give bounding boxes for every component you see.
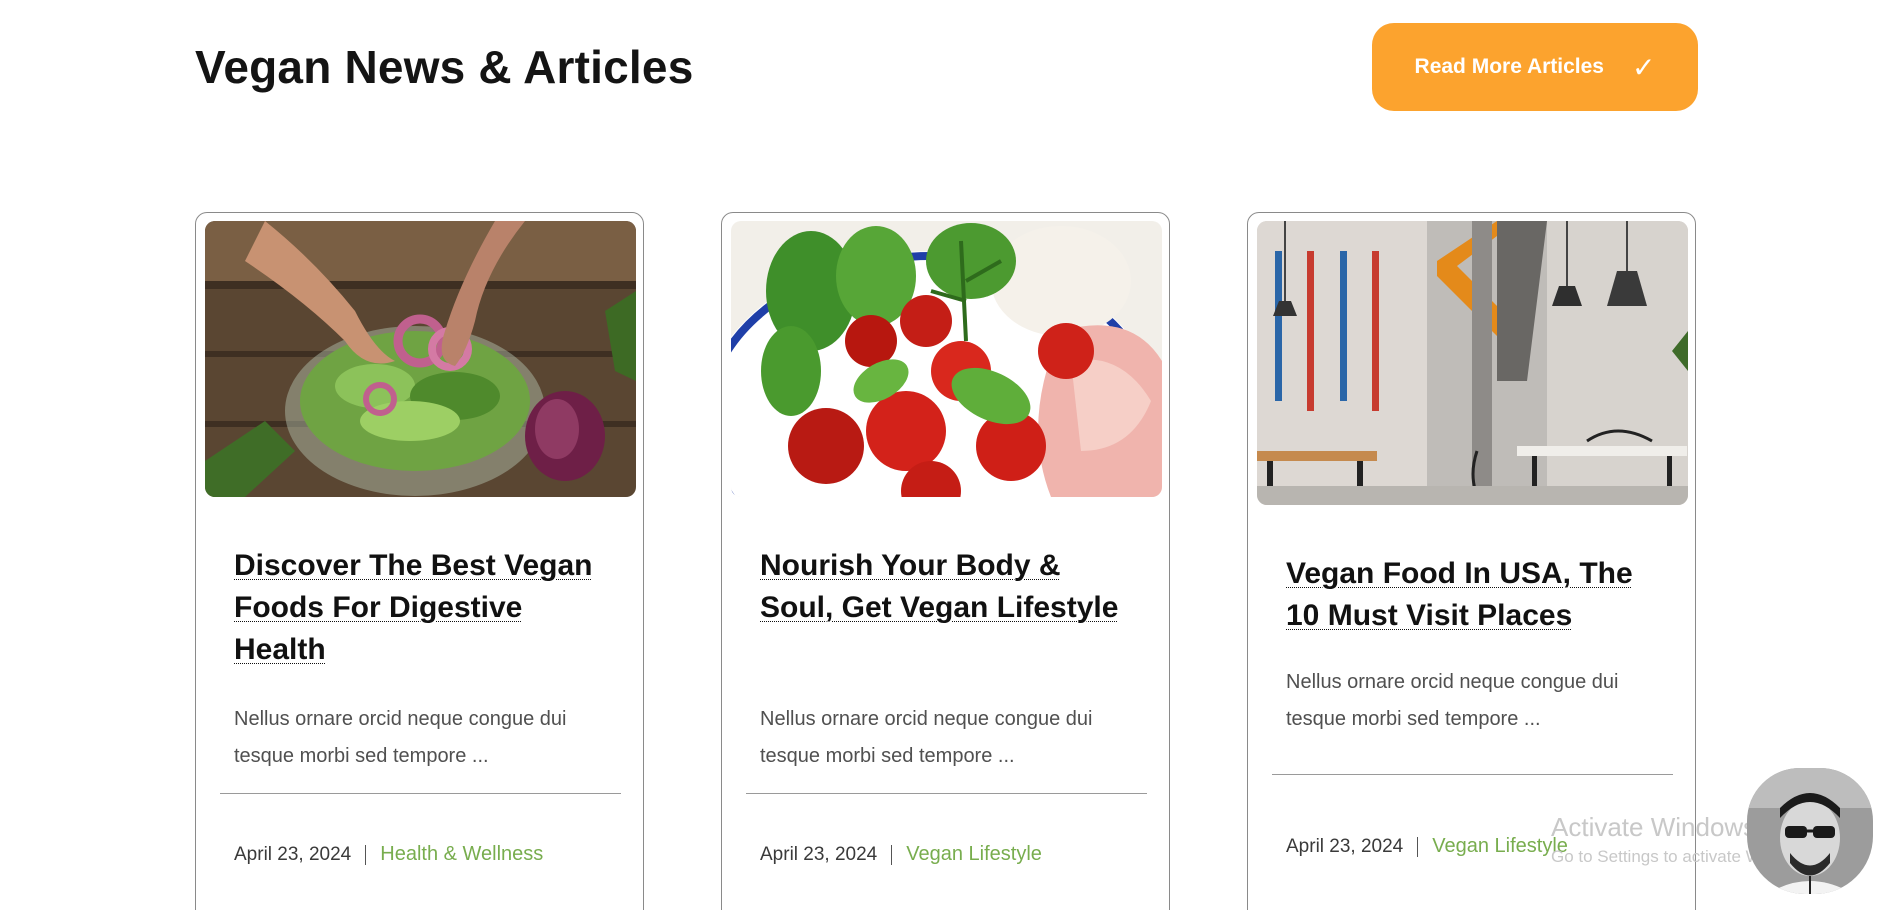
article-title[interactable]: Discover The Best Vegan Foods For Digest… <box>234 545 594 671</box>
meta-separator <box>1417 836 1419 857</box>
article-title[interactable]: Vegan Food In USA, The 10 Must Visit Pla… <box>1286 553 1646 637</box>
section-title: Vegan News & Articles <box>195 41 694 93</box>
article-meta: April 23, 2024 Health & Wellness <box>234 843 543 866</box>
salad-bowl-image[interactable] <box>205 221 636 497</box>
article-excerpt: Nellus ornare orcid neque congue dui tes… <box>1286 671 1619 730</box>
checkmark-icon: ✓ <box>1631 50 1656 84</box>
article-card: Nourish Your Body & Soul, Get Vegan Life… <box>721 212 1170 910</box>
page: Vegan News & Articles Read More Articles… <box>0 0 1891 910</box>
article-card: Vegan Food In USA, The 10 Must Visit Pla… <box>1247 212 1696 910</box>
article-meta: April 23, 2024 Vegan Lifestyle <box>1286 835 1568 858</box>
article-title[interactable]: Nourish Your Body & Soul, Get Vegan Life… <box>760 545 1120 629</box>
article-category-link[interactable]: Health & Wellness <box>380 843 543 866</box>
article-date: April 23, 2024 <box>760 843 878 865</box>
article-category-link[interactable]: Vegan Lifestyle <box>1432 835 1568 858</box>
user-avatar[interactable] <box>1747 768 1873 894</box>
article-meta: April 23, 2024 Vegan Lifestyle <box>760 843 1042 866</box>
tomato-bowl-image[interactable] <box>731 221 1162 497</box>
article-card: Discover The Best Vegan Foods For Digest… <box>195 212 644 910</box>
meta-separator <box>365 844 367 865</box>
article-excerpt: Nellus ornare orcid neque congue dui tes… <box>760 708 1093 767</box>
card-divider <box>1272 774 1673 775</box>
article-excerpt: Nellus ornare orcid neque congue dui tes… <box>234 708 567 767</box>
card-divider <box>220 793 621 794</box>
card-divider <box>746 793 1147 794</box>
read-more-label: Read More Articles <box>1414 55 1604 78</box>
article-category-link[interactable]: Vegan Lifestyle <box>906 843 1042 866</box>
read-more-articles-button[interactable]: Read More Articles ✓ <box>1372 23 1698 111</box>
meta-separator <box>891 844 893 865</box>
restaurant-image[interactable] <box>1257 221 1688 505</box>
article-date: April 23, 2024 <box>234 843 352 865</box>
article-date: April 23, 2024 <box>1286 835 1404 857</box>
